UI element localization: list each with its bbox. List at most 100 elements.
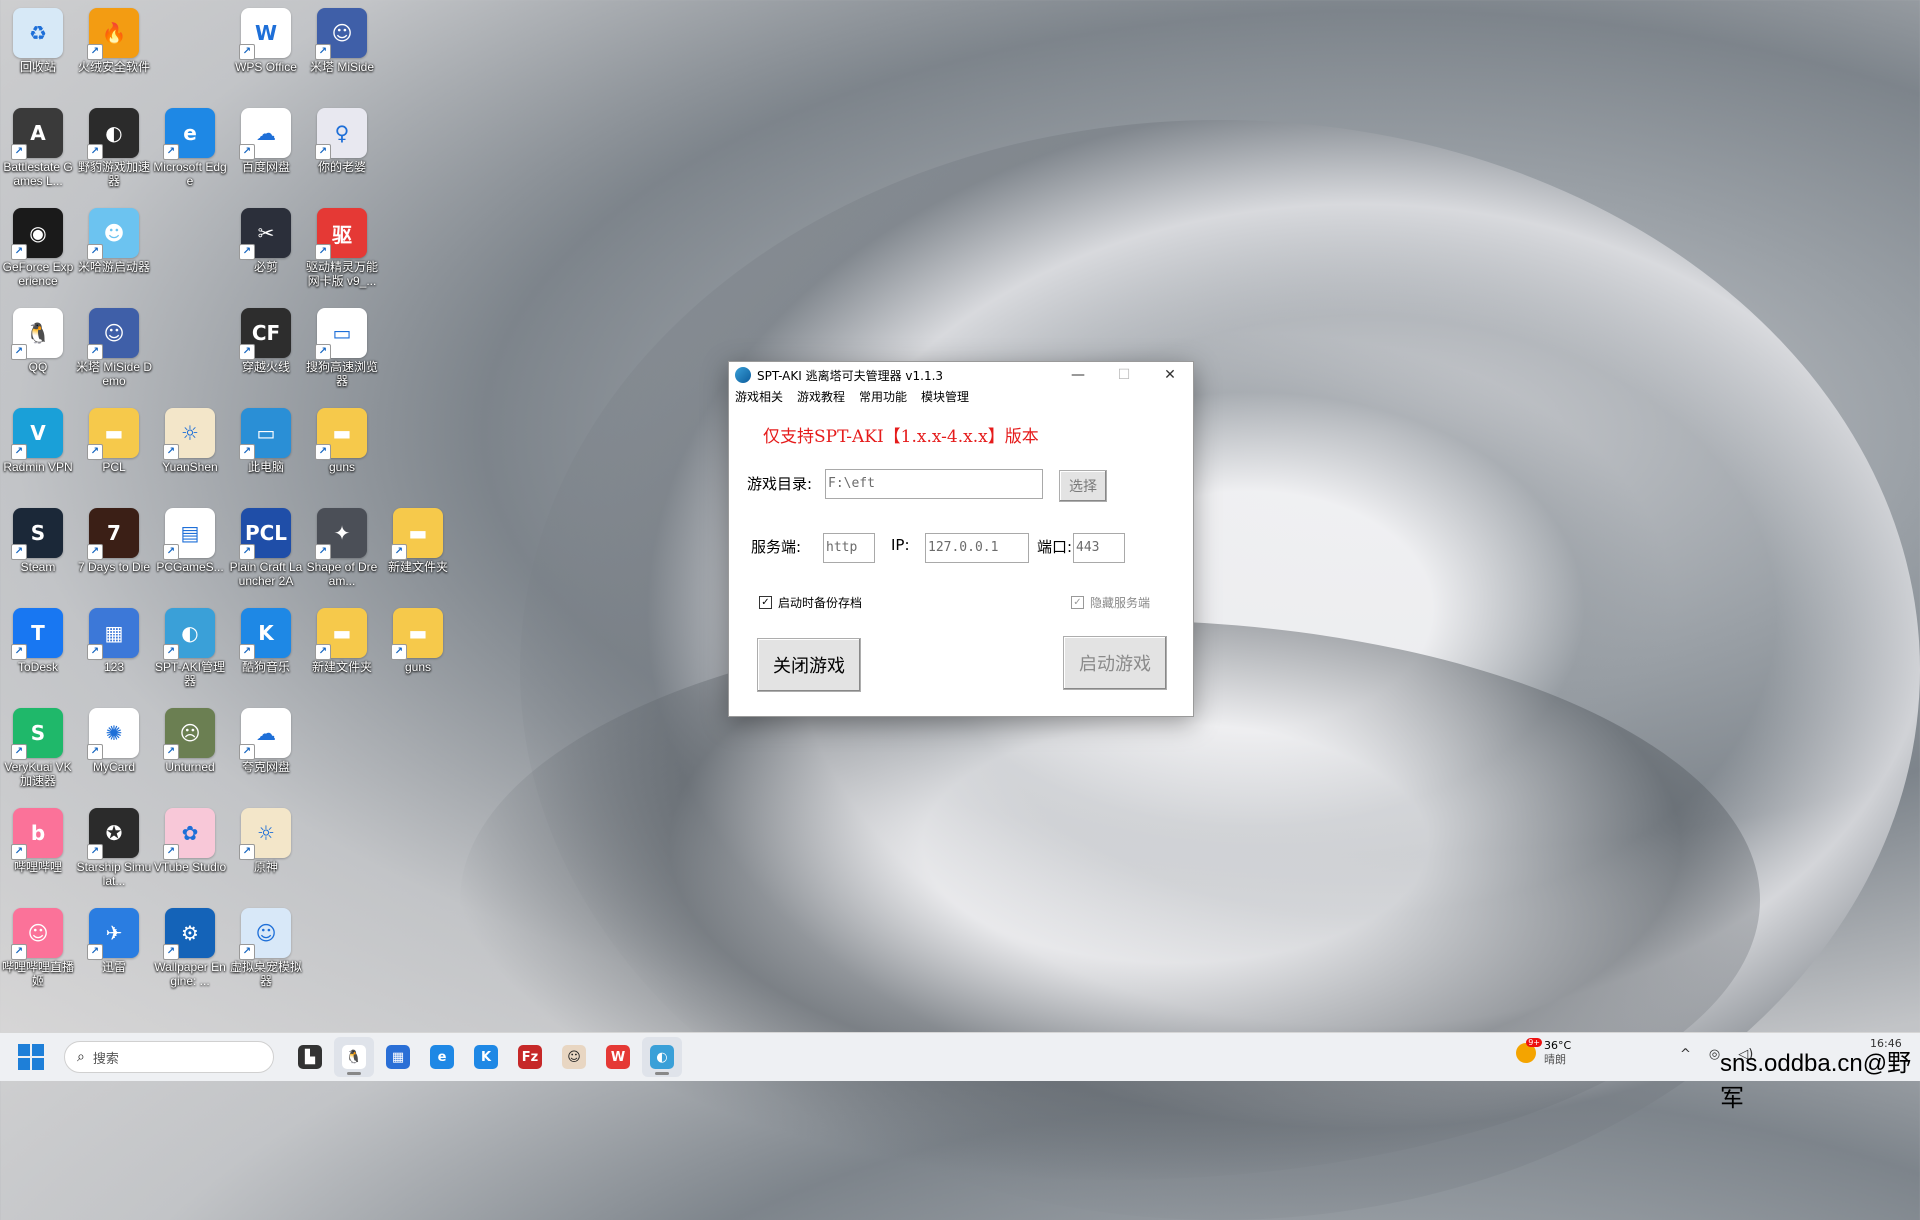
desktop-icon[interactable]: ◉ ↗ GeForce Experience: [0, 202, 76, 288]
menu-module-management[interactable]: 模块管理: [921, 388, 969, 406]
shape-icon: ✦ ↗: [315, 508, 367, 560]
desktop-icon[interactable]: V ↗ Radmin VPN: [0, 402, 76, 474]
desktop-icon[interactable]: ☺ ↗ 哔哩哔哩直播姬: [0, 902, 76, 988]
network-icon[interactable]: ◎: [1709, 1047, 1720, 1062]
desktop-icon[interactable]: 驱 ↗ 驱动精灵万能网卡版 v9_...: [304, 202, 380, 288]
desktop-icon[interactable]: ☺ ↗ 虚拟桌宠模拟器: [228, 902, 304, 988]
desktop-icon[interactable]: 🔥 ↗ 火绒安全软件: [76, 2, 152, 74]
desktop-icon[interactable]: ✦ ↗ Shape of Dream...: [304, 502, 380, 588]
desktop-icon[interactable]: ▬ ↗ PCL: [76, 402, 152, 474]
close-button[interactable]: ✕: [1147, 362, 1193, 388]
desktop-icon[interactable]: ▬ ↗ 新建文件夹: [304, 602, 380, 674]
desktop-icon[interactable]: ▭ ↗ 搜狗高速浏览器: [304, 302, 380, 388]
desktop-icon[interactable]: ♀ ↗ 你的老婆: [304, 102, 380, 174]
desktop-icon[interactable]: ✈ ↗ 迅雷: [76, 902, 152, 974]
desktop-icon[interactable]: ☹ ↗ Unturned: [152, 702, 228, 774]
desktop-icon[interactable]: ☼ ↗ 原神: [228, 802, 304, 874]
taskbar-search-box[interactable]: ⌕ 搜索: [64, 1041, 274, 1073]
menu-game-tutorial[interactable]: 游戏教程: [797, 388, 845, 406]
folder-icon: ▬ ↗: [87, 408, 139, 460]
desktop-icon[interactable]: CF ↗ 穿越火线: [228, 302, 304, 374]
checkbox-check-icon: ✓: [759, 596, 772, 609]
desktop-icon[interactable]: ▬ ↗ guns: [380, 602, 456, 674]
shortcut-arrow-icon: ↗: [11, 644, 27, 660]
desktop-icon[interactable]: K ↗ 酷狗音乐: [228, 602, 304, 674]
maximize-button[interactable]: ☐: [1101, 362, 1147, 388]
weather-sun-icon: 9+: [1516, 1038, 1542, 1063]
desktop-icon-label: SPT-AKI管理器: [154, 660, 225, 688]
hide-server-checkbox[interactable]: ✓ 隐藏服务端: [1071, 594, 1150, 611]
desktop-icon[interactable]: ✂ ↗ 必剪: [228, 202, 304, 274]
desktop-icon[interactable]: ♻ 回收站: [0, 2, 76, 74]
taskbar-app-button[interactable]: 🐧: [334, 1037, 374, 1077]
minimize-button[interactable]: —: [1055, 362, 1101, 388]
taskbar-app-button[interactable]: ▦: [378, 1037, 418, 1077]
desktop-icon[interactable]: ✪ ↗ Starship Simulat...: [76, 802, 152, 888]
shortcut-arrow-icon: ↗: [315, 144, 331, 160]
weather-widget[interactable]: 9+ 36°C 晴朗: [1516, 1038, 1571, 1067]
shortcut-arrow-icon: ↗: [239, 344, 255, 360]
desktop-icon[interactable]: T ↗ ToDesk: [0, 602, 76, 674]
backup-on-start-checkbox[interactable]: ✓ 启动时备份存档: [759, 594, 862, 611]
desktop-icon[interactable]: ☻ ↗ 米哈游启动器: [76, 202, 152, 274]
desktop-icon-label: guns: [328, 460, 356, 474]
desktop-icon[interactable]: ☼ ↗ YuanShen: [152, 402, 228, 474]
desktop-icon[interactable]: ⚙ ↗ Wallpaper Engine: ...: [152, 902, 228, 988]
desktop-icon-label: guns: [404, 660, 432, 674]
taskbar-app-button[interactable]: ◐: [642, 1037, 682, 1077]
desktop-icon[interactable]: ◐ ↗ 野豹游戏加速器: [76, 102, 152, 188]
desktop-icon[interactable]: A ↗ Battlestate Games L...: [0, 102, 76, 188]
desktop-icon[interactable]: ✿ ↗ VTube Studio: [152, 802, 228, 874]
shortcut-arrow-icon: ↗: [239, 44, 255, 60]
game-dir-input[interactable]: F:\eft: [825, 469, 1043, 499]
ip-input[interactable]: 127.0.0.1: [925, 533, 1029, 563]
desktop-icon[interactable]: e ↗ Microsoft Edge: [152, 102, 228, 188]
taskbar-app-button[interactable]: ☺: [554, 1037, 594, 1077]
shortcut-arrow-icon: ↗: [163, 144, 179, 160]
start-windows-icon[interactable]: [18, 1044, 44, 1070]
desktop-icon[interactable]: S ↗ VeryKuai VK加速器: [0, 702, 76, 788]
desktop-icon[interactable]: S ↗ Steam: [0, 502, 76, 574]
desktop-icon[interactable]: ☁ ↗ 百度网盘: [228, 102, 304, 174]
desktop-icon[interactable]: PCL ↗ Plain Craft Launcher 2A: [228, 502, 304, 588]
shortcut-arrow-icon: ↗: [239, 744, 255, 760]
taskbar-app-button[interactable]: ▙: [290, 1037, 330, 1077]
desktop-icon[interactable]: ▤ ↗ PCGameS...: [152, 502, 228, 574]
desktop-icon[interactable]: 🐧 ↗ QQ: [0, 302, 76, 374]
tray-overflow-chevron-icon[interactable]: ^: [1680, 1047, 1691, 1062]
menu-common-functions[interactable]: 常用功能: [859, 388, 907, 406]
kugou-icon: K ↗: [239, 608, 291, 660]
taskbar-app-button[interactable]: K: [466, 1037, 506, 1077]
menu-game-related[interactable]: 游戏相关: [735, 388, 783, 406]
select-dir-button[interactable]: 选择: [1059, 470, 1107, 502]
shortcut-arrow-icon: ↗: [87, 844, 103, 860]
window-titlebar[interactable]: SPT-AKI 逃离塔可夫管理器 v1.1.3 — ☐ ✕: [729, 362, 1193, 388]
search-icon: ⌕: [77, 1049, 85, 1065]
taskbar-app-button[interactable]: W: [598, 1037, 638, 1077]
shortcut-arrow-icon: ↗: [11, 744, 27, 760]
desktop-icon[interactable]: ▭ ↗ 此电脑: [228, 402, 304, 474]
active-indicator: [347, 1072, 361, 1075]
desktop-icon[interactable]: ✺ ↗ MyCard: [76, 702, 152, 774]
desktop-icon[interactable]: ☺ ↗ 米塔 MiSide: [304, 2, 380, 74]
close-game-button[interactable]: 关闭游戏: [757, 638, 861, 692]
desktop-icon[interactable]: ▦ ↗ 123: [76, 602, 152, 674]
start-game-button[interactable]: 启动游戏: [1063, 636, 1167, 690]
server-protocol-input[interactable]: http: [823, 533, 875, 563]
desktop-icon-label: QQ: [28, 360, 48, 374]
miside-demo-icon: ☺ ↗: [87, 308, 139, 360]
port-input[interactable]: 443: [1073, 533, 1125, 563]
desktop-icon[interactable]: 7 ↗ 7 Days to Die: [76, 502, 152, 574]
taskbar-app-button[interactable]: e: [422, 1037, 462, 1077]
desktop-icon-label: 夸克网盘: [241, 760, 290, 774]
desktop-icon[interactable]: b ↗ 哔哩哔哩: [0, 802, 76, 874]
desktop-icon[interactable]: ☺ ↗ 米塔 MiSide Demo: [76, 302, 152, 388]
shortcut-arrow-icon: ↗: [87, 544, 103, 560]
shortcut-arrow-icon: ↗: [11, 444, 27, 460]
desktop-icon[interactable]: ▬ ↗ 新建文件夹: [380, 502, 456, 574]
desktop-icon[interactable]: ◐ ↗ SPT-AKI管理器: [152, 602, 228, 688]
taskbar-app-button[interactable]: Fz: [510, 1037, 550, 1077]
desktop-icon[interactable]: ☁ ↗ 夸克网盘: [228, 702, 304, 774]
desktop-icon[interactable]: W ↗ WPS Office: [228, 2, 304, 74]
desktop-icon[interactable]: ▬ ↗ guns: [304, 402, 380, 474]
